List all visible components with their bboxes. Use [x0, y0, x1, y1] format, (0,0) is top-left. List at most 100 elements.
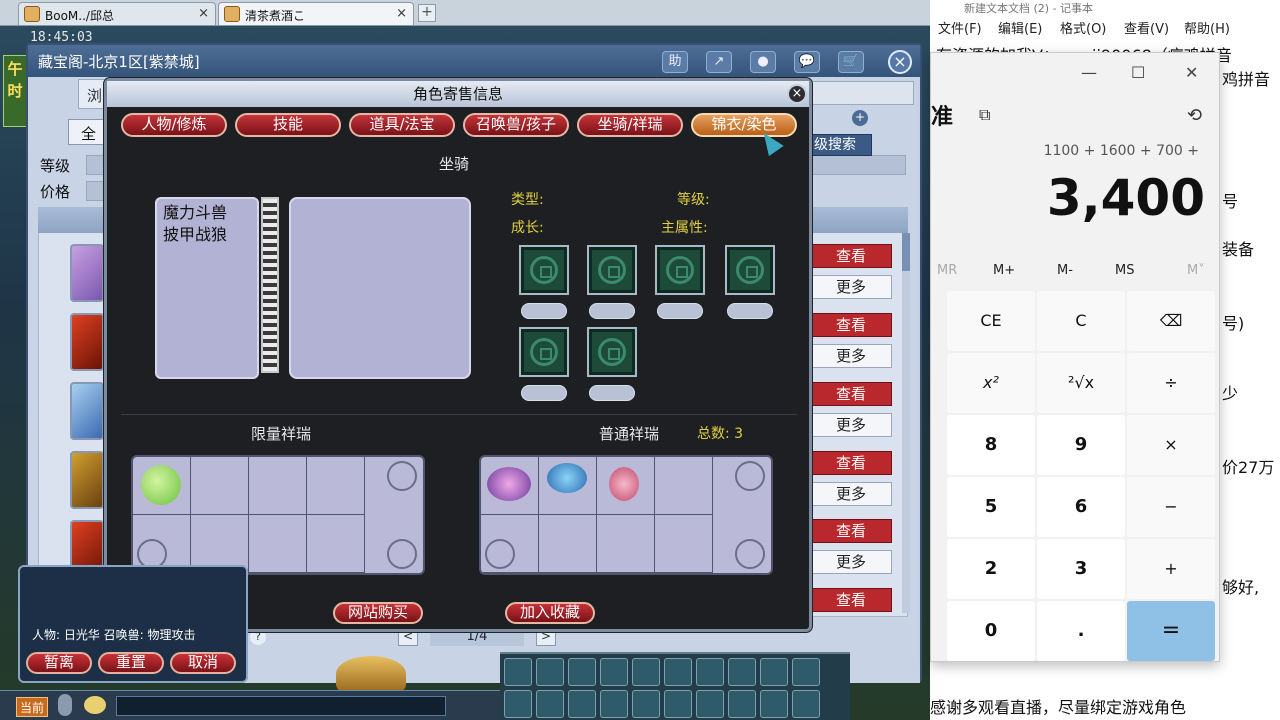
clear-entry-key[interactable]: CE: [947, 291, 1035, 351]
grid-cell[interactable]: [249, 515, 307, 573]
tab-close-icon[interactable]: ×: [198, 6, 209, 21]
avatar[interactable]: [70, 451, 104, 509]
square-key[interactable]: x²: [947, 353, 1035, 413]
memory-store-button[interactable]: MS: [1115, 263, 1134, 278]
grid-cell[interactable]: [539, 515, 597, 573]
more-button[interactable]: 更多: [810, 550, 892, 574]
equip-slot[interactable]: [519, 245, 569, 295]
blue-mount-sprite[interactable]: [547, 463, 587, 493]
more-button[interactable]: 更多: [810, 482, 892, 506]
hotkey-slot[interactable]: [664, 690, 692, 718]
listing-scrollbar-thumb[interactable]: [902, 233, 910, 271]
backspace-key[interactable]: ⌫: [1127, 291, 1215, 351]
away-button[interactable]: 暂离: [26, 652, 92, 674]
decimal-key[interactable]: .: [1037, 601, 1125, 661]
hotkey-slot[interactable]: [696, 658, 724, 686]
digit-2-key[interactable]: 2: [947, 539, 1035, 599]
equip-slot[interactable]: [587, 245, 637, 295]
tab-close-icon[interactable]: ×: [396, 6, 407, 21]
hotkey-slot[interactable]: [792, 658, 820, 686]
tab-skills[interactable]: 技能: [235, 113, 341, 137]
browser-tab-1[interactable]: BooM../邱总 ×: [18, 2, 216, 25]
grid-cell[interactable]: [655, 515, 713, 573]
hotkey-slot[interactable]: [504, 658, 532, 686]
hotkey-slot[interactable]: [728, 658, 756, 686]
hotkey-slot[interactable]: [536, 690, 564, 718]
share-icon[interactable]: ↗: [706, 51, 732, 73]
memory-recall-button[interactable]: MR: [937, 263, 957, 278]
tab-mounts[interactable]: 坐骑/祥瑞: [577, 113, 683, 137]
digit-6-key[interactable]: 6: [1037, 477, 1125, 537]
microphone-icon[interactable]: [58, 694, 72, 716]
subtract-key[interactable]: −: [1127, 477, 1215, 537]
cart-icon[interactable]: 🛒: [838, 51, 864, 73]
view-button[interactable]: 查看: [810, 313, 892, 337]
digit-5-key[interactable]: 5: [947, 477, 1035, 537]
avatar[interactable]: [70, 244, 104, 302]
memory-subtract-button[interactable]: M-: [1057, 263, 1073, 278]
maximize-icon[interactable]: ☐: [1131, 63, 1145, 82]
tab-pets[interactable]: 召唤兽/孩子: [463, 113, 569, 137]
tab-items[interactable]: 道具/法宝: [349, 113, 455, 137]
tab-outfits[interactable]: 锦衣/染色: [691, 113, 797, 137]
menu-file[interactable]: 文件(F): [938, 18, 982, 37]
add-key[interactable]: +: [1127, 539, 1215, 599]
hotkey-slot[interactable]: [728, 690, 756, 718]
avatar[interactable]: [70, 313, 104, 371]
equip-slot[interactable]: [725, 245, 775, 295]
current-channel-button[interactable]: 当前: [16, 697, 48, 717]
hotkey-slot[interactable]: [568, 690, 596, 718]
new-tab-button[interactable]: +: [418, 4, 436, 22]
equip-slot[interactable]: [655, 245, 705, 295]
clear-key[interactable]: C: [1037, 291, 1125, 351]
menu-edit[interactable]: 编辑(E): [998, 18, 1042, 37]
listing-scrollbar[interactable]: [902, 233, 910, 613]
hotkey-slot[interactable]: [632, 658, 660, 686]
equals-key[interactable]: =: [1127, 601, 1215, 661]
grid-cell[interactable]: [249, 457, 307, 515]
divide-key[interactable]: ÷: [1127, 353, 1215, 413]
more-button[interactable]: 更多: [810, 344, 892, 368]
keep-on-top-icon[interactable]: ⧉: [979, 105, 990, 125]
hotkey-slot[interactable]: [792, 690, 820, 718]
digit-3-key[interactable]: 3: [1037, 539, 1125, 599]
equip-slot[interactable]: [519, 327, 569, 377]
avatar[interactable]: [70, 382, 104, 440]
hotkey-slot[interactable]: [536, 658, 564, 686]
mount-name[interactable]: 披甲战狼: [163, 224, 251, 246]
mount-name[interactable]: 魔力斗兽: [163, 202, 251, 224]
grid-cell[interactable]: [307, 457, 365, 515]
hotkey-slot[interactable]: [600, 690, 628, 718]
buy-on-site-button[interactable]: 网站购买: [333, 602, 423, 624]
hotkey-slot[interactable]: [664, 658, 692, 686]
pink-mount-sprite[interactable]: [609, 467, 639, 501]
cube-root-key[interactable]: ²√x: [1037, 353, 1125, 413]
view-button[interactable]: 查看: [810, 382, 892, 406]
more-button[interactable]: 更多: [810, 413, 892, 437]
hotkey-slot[interactable]: [696, 690, 724, 718]
add-favorite-button[interactable]: 加入收藏: [505, 602, 595, 624]
hotkey-slot[interactable]: [760, 658, 788, 686]
expand-filter-icon[interactable]: +: [852, 110, 868, 126]
cbg-close-button[interactable]: ×: [888, 50, 912, 74]
minimize-icon[interactable]: —: [1081, 63, 1097, 82]
tab-character[interactable]: 人物/修炼: [121, 113, 227, 137]
digit-8-key[interactable]: 8: [947, 415, 1035, 475]
equip-slot[interactable]: [587, 327, 637, 377]
digit-0-key[interactable]: 0: [947, 601, 1035, 661]
history-icon[interactable]: ⟲: [1187, 105, 1202, 126]
menu-view[interactable]: 查看(V): [1124, 18, 1169, 37]
close-icon[interactable]: ✕: [1185, 63, 1198, 82]
chat-input[interactable]: [116, 696, 446, 716]
hotkey-slot[interactable]: [568, 658, 596, 686]
multiply-key[interactable]: ×: [1127, 415, 1215, 475]
reset-button[interactable]: 重置: [98, 652, 164, 674]
emoji-icon[interactable]: [84, 696, 106, 714]
grid-cell[interactable]: [191, 457, 249, 515]
view-button[interactable]: 查看: [810, 451, 892, 475]
grid-cell[interactable]: [597, 515, 655, 573]
view-button[interactable]: 查看: [810, 588, 892, 612]
purple-mount-sprite[interactable]: [487, 467, 531, 501]
more-button[interactable]: 更多: [810, 275, 892, 299]
browser-tab-2[interactable]: 清茶煮酒こ ×: [218, 2, 414, 25]
